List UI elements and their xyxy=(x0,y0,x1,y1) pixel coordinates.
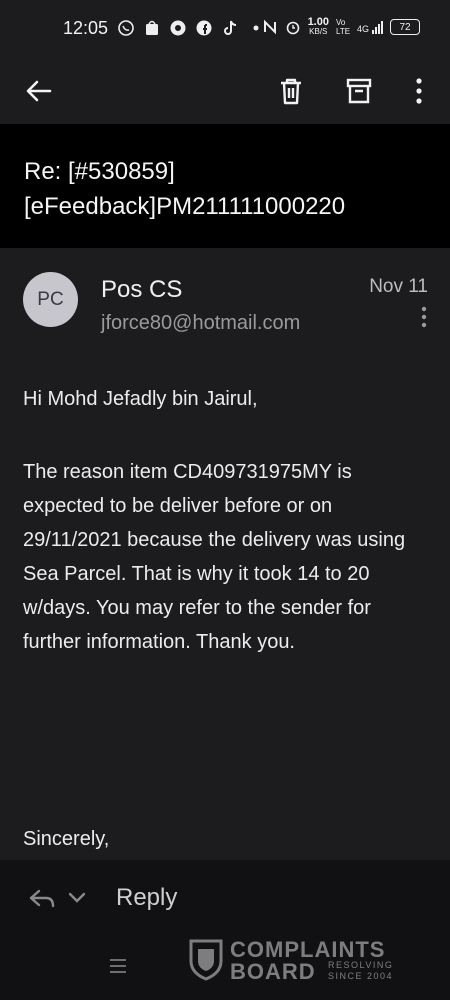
sender-email[interactable]: jforce80@hotmail.com xyxy=(101,312,300,335)
arrow-left-icon xyxy=(26,80,52,102)
menu-icon xyxy=(110,959,126,973)
signal-bar xyxy=(381,20,383,34)
battery-indicator: 72 xyxy=(390,19,420,35)
reply-button[interactable]: Reply xyxy=(28,884,177,912)
watermark-logo: COMPLAINTS BOARD RESOLVING SINCE 2004 xyxy=(188,933,408,984)
message-signoff: Sincerely, xyxy=(23,828,110,850)
message-view: PC Pos CS jforce80@hotmail.com Nov 11 Hi… xyxy=(0,248,450,860)
facebook-icon xyxy=(196,20,212,36)
more-vertical-icon xyxy=(421,306,427,328)
archive-icon xyxy=(346,78,372,104)
message-greeting: Hi Mohd Jefadly bin Jairul, xyxy=(23,388,258,410)
bottom-bar: Reply COMPLAINTS BOARD RESOLVING SINCE 20… xyxy=(0,860,450,1000)
trash-icon xyxy=(281,78,301,105)
shield-icon xyxy=(189,939,223,981)
nfc-icon xyxy=(263,19,276,35)
more-vertical-icon xyxy=(416,78,422,104)
network-speed-value: 1.00 xyxy=(307,16,329,28)
message-body: The reason item CD409731975MY is expecte… xyxy=(23,461,406,653)
avatar[interactable]: PC xyxy=(23,272,78,327)
sender-name[interactable]: Pos CS xyxy=(101,276,182,304)
nav-menu-button[interactable] xyxy=(108,956,128,976)
message-date: Nov 11 xyxy=(369,276,428,297)
watermark-tag1: RESOLVING xyxy=(328,960,394,970)
watermark-tagline: RESOLVING SINCE 2004 xyxy=(328,960,393,982)
network-speed: 1.00 KB/S xyxy=(308,17,329,37)
back-button[interactable] xyxy=(16,68,62,114)
watermark-tag2: SINCE 2004 xyxy=(328,971,394,981)
whatsapp-icon xyxy=(118,20,134,36)
signal-bar xyxy=(375,26,377,34)
alarm-icon xyxy=(286,21,299,35)
clock: 12:05 xyxy=(63,18,109,38)
notification-icons xyxy=(117,19,265,37)
subject-header: Re: [#530859] [eFeedback]PM211111000220 xyxy=(0,124,450,248)
signal-indicator: 4G xyxy=(356,20,383,34)
shopee-icon xyxy=(146,20,158,35)
signal-bar xyxy=(378,23,380,34)
app-bar xyxy=(0,58,450,124)
delete-button[interactable] xyxy=(268,68,314,114)
signal-type: 4G xyxy=(356,23,369,34)
archive-button[interactable] xyxy=(336,68,382,114)
email-subject: Re: [#530859] [eFeedback]PM211111000220 xyxy=(24,158,346,220)
battery-level: 72 xyxy=(399,21,411,33)
more-options-button[interactable] xyxy=(396,68,442,114)
system-indicators: 1.00 KB/S Vo LTE 4G 72 xyxy=(262,17,420,37)
reply-icon xyxy=(29,889,55,908)
status-bar: 12:05 1.00 KB/S Vo LTE 4G 72 xyxy=(0,0,450,58)
message-more-button[interactable] xyxy=(414,304,434,332)
chrome-icon xyxy=(170,20,186,36)
chevron-down-icon[interactable] xyxy=(68,892,86,904)
volte-indicator: Vo LTE xyxy=(335,18,351,36)
network-speed-unit: KB/S xyxy=(309,27,328,36)
watermark-line2: BOARD xyxy=(230,959,316,984)
avatar-initials: PC xyxy=(37,288,64,310)
signal-bar xyxy=(372,29,374,34)
reply-label: Reply xyxy=(116,884,178,911)
tiktok-icon xyxy=(224,20,237,35)
